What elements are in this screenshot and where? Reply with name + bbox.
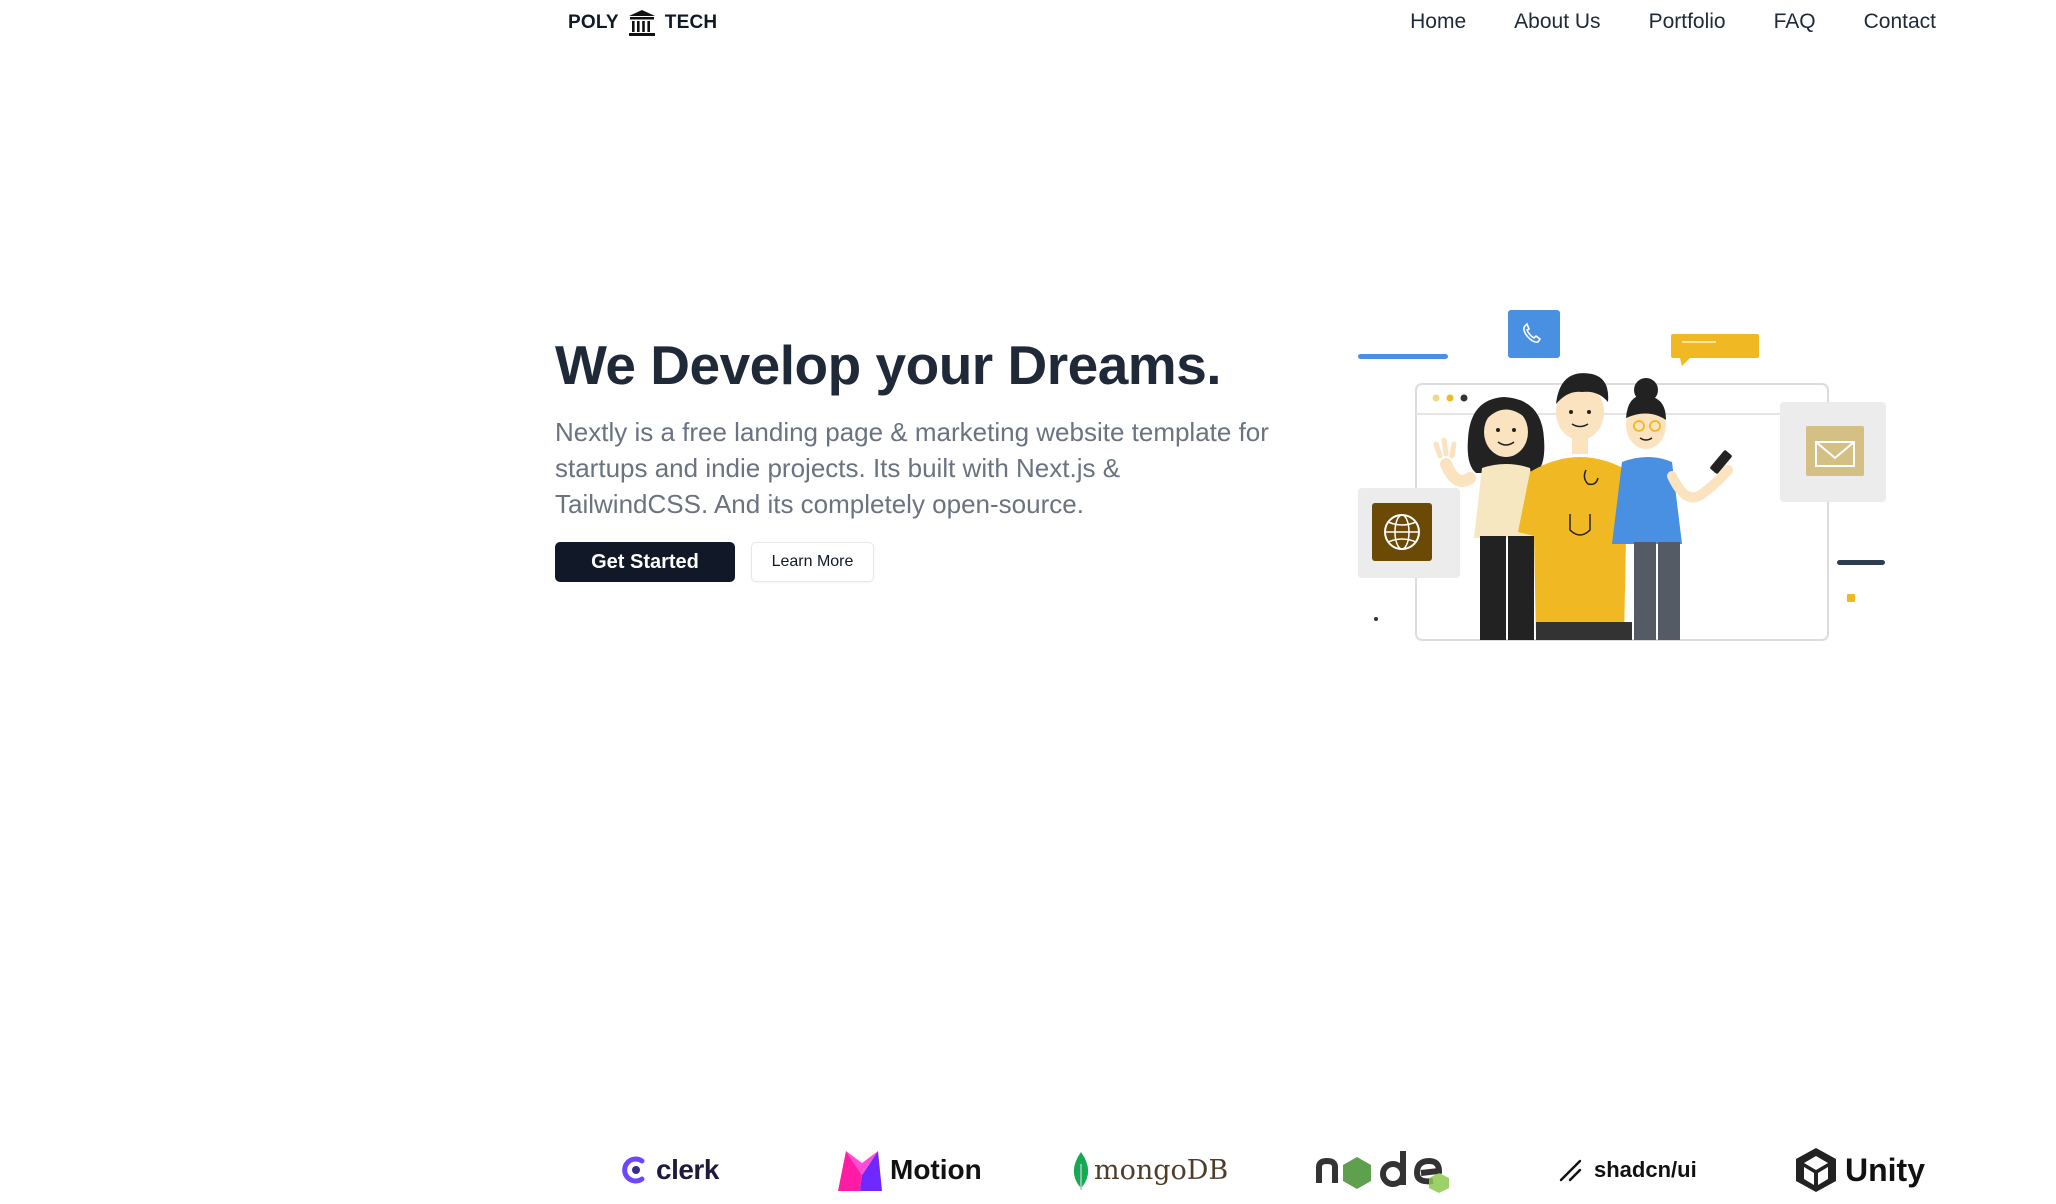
nav-link-contact[interactable]: Contact: [1864, 9, 1936, 35]
get-started-button[interactable]: Get Started: [555, 542, 735, 582]
nav-link-faq[interactable]: FAQ: [1774, 9, 1816, 35]
shadcn-label: shadcn/ui: [1594, 1157, 1697, 1182]
clerk-logo: clerk: [622, 1140, 719, 1200]
clerk-icon: [622, 1156, 645, 1184]
hero-description: Nextly is a free landing page & marketin…: [555, 417, 1269, 519]
nodejs-logo: [1315, 1140, 1455, 1200]
hero-illustration: [1358, 310, 1886, 641]
nav-link-portfolio[interactable]: Portfolio: [1649, 9, 1726, 35]
nav-link-about[interactable]: About Us: [1514, 9, 1600, 35]
nav-link-home[interactable]: Home: [1410, 9, 1466, 35]
motion-label: Motion: [890, 1154, 982, 1185]
clerk-label: clerk: [656, 1154, 719, 1185]
shadcn-logo: shadcn/ui: [1558, 1140, 1697, 1200]
motion-logo: Motion: [836, 1140, 982, 1200]
site-logo[interactable]: POLY TECH: [568, 8, 717, 38]
tech-brand-strip: clerk Motion mongoDB shadcn/ui Unity: [0, 1140, 2056, 1200]
unity-cube-icon: [1796, 1148, 1836, 1192]
nodejs-icon: [1316, 1151, 1449, 1193]
mongodb-leaf-icon: [1073, 1152, 1089, 1190]
logo-text-left: POLY: [568, 12, 619, 33]
unity-label: Unity: [1845, 1152, 1925, 1188]
logo-text-right: TECH: [664, 12, 718, 33]
hero-title: We Develop your Dreams.: [555, 334, 1222, 396]
mongodb-logo: mongoDB: [1072, 1140, 1228, 1200]
nav-menu: Home About Us Portfolio FAQ Contact: [1410, 9, 1936, 35]
unity-logo: Unity: [1793, 1140, 1925, 1200]
shadcn-icon: [1559, 1159, 1582, 1182]
learn-more-button[interactable]: Learn More: [751, 542, 874, 582]
top-navigation: POLY TECH Home About Us Portfolio FAQ Co…: [0, 0, 2056, 46]
motion-icon: [838, 1151, 882, 1191]
institution-icon: [628, 10, 655, 36]
mongodb-label: mongoDB: [1094, 1154, 1229, 1186]
